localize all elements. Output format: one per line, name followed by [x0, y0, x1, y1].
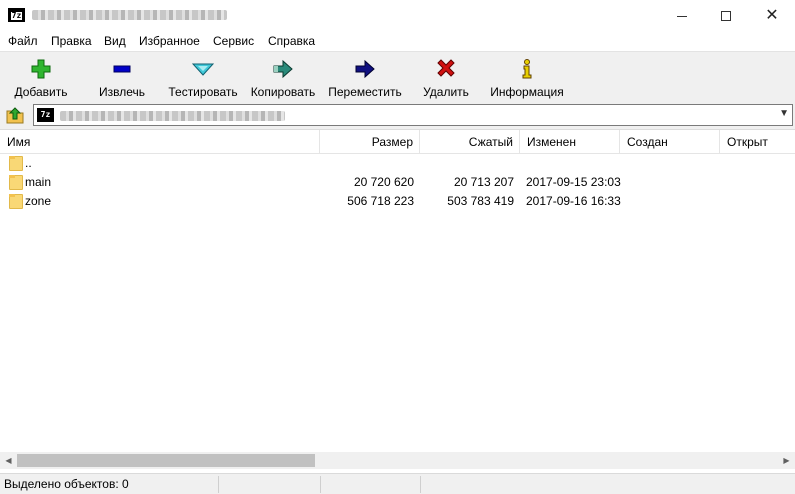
folder-icon	[9, 156, 23, 171]
app-7z-icon[interactable]: 7z	[8, 8, 25, 22]
maximize-button[interactable]	[703, 0, 749, 31]
move-label: Переместить	[328, 85, 402, 99]
address-path-blurred	[60, 108, 290, 121]
column-header-size[interactable]: Размер	[320, 130, 420, 154]
copy-arrow-icon	[272, 58, 294, 80]
minimize-button[interactable]	[659, 0, 705, 31]
archive-7z-icon: 7z	[37, 108, 54, 122]
scroll-thumb[interactable]	[17, 454, 315, 467]
address-bar: 7z ▼	[0, 101, 795, 129]
window-title-blurred	[32, 7, 232, 22]
row-name: ..	[25, 156, 32, 170]
toolbar: Добавить Извлечь Тестировать Копировать …	[0, 51, 795, 101]
row-modified: 2017-09-16 16:33	[526, 194, 621, 208]
file-list: Имя Размер Сжатый Изменен Создан Открыт …	[0, 129, 795, 452]
address-input[interactable]: 7z ▼	[33, 104, 793, 126]
delete-x-icon	[435, 58, 457, 80]
minimize-icon	[677, 15, 687, 17]
menu-tools[interactable]: Сервис	[213, 34, 254, 48]
column-header-modified[interactable]: Изменен	[520, 130, 620, 154]
copy-button[interactable]: Копировать	[248, 54, 318, 100]
row-modified: 2017-09-15 23:03	[526, 175, 621, 189]
menu-favorites[interactable]: Избранное	[139, 34, 200, 48]
status-divider	[320, 476, 321, 493]
folder-icon	[9, 175, 23, 190]
status-bar: Выделено объектов: 0	[0, 473, 795, 494]
row-name: zone	[25, 194, 52, 208]
move-button[interactable]: Переместить	[327, 54, 403, 100]
close-button[interactable]: ✕	[749, 0, 795, 31]
column-header-name[interactable]: Имя	[0, 130, 320, 154]
row-size: 506 718 223	[347, 194, 414, 208]
status-divider	[218, 476, 219, 493]
title-bar: 7z ✕	[0, 0, 795, 31]
row-packed: 503 783 419	[447, 194, 514, 208]
extract-button[interactable]: Извлечь	[92, 54, 152, 100]
delete-label: Удалить	[423, 85, 469, 99]
extract-label: Извлечь	[98, 85, 145, 99]
test-label: Тестировать	[168, 85, 238, 99]
scroll-left-icon[interactable]: ◀	[0, 452, 17, 469]
info-label: Информация	[490, 85, 564, 99]
up-folder-icon	[6, 107, 24, 124]
menu-file[interactable]: Файл	[8, 34, 38, 48]
menu-help[interactable]: Справка	[268, 34, 315, 48]
app-icon-text: 7z	[10, 11, 23, 20]
status-selected-count: Выделено объектов: 0	[4, 477, 129, 491]
row-size: 20 720 620	[353, 175, 414, 189]
copy-label: Копировать	[250, 85, 316, 99]
row-packed: 20 713 207	[453, 175, 514, 189]
table-row[interactable]: main 20 720 620 20 713 207 2017-09-15 23…	[0, 173, 795, 192]
folder-icon	[9, 194, 23, 209]
scroll-right-icon[interactable]: ▶	[778, 452, 795, 469]
table-row[interactable]: zone 506 718 223 503 783 419 2017-09-16 …	[0, 192, 795, 211]
menu-edit[interactable]: Правка	[51, 34, 92, 48]
minus-icon	[111, 58, 133, 80]
list-header: Имя Размер Сжатый Изменен Создан Открыт	[0, 130, 795, 154]
maximize-icon	[721, 11, 731, 22]
test-button[interactable]: Тестировать	[166, 54, 240, 100]
add-button[interactable]: Добавить	[8, 54, 74, 100]
menu-bar: Файл Правка Вид Избранное Сервис Справка	[0, 31, 795, 51]
close-icon: ✕	[765, 7, 779, 24]
plus-icon	[30, 58, 52, 80]
chevron-down-icon[interactable]: ▼	[779, 108, 789, 119]
info-button[interactable]: Информация	[488, 54, 566, 100]
info-icon	[516, 58, 538, 80]
check-icon	[191, 58, 215, 80]
move-arrow-icon	[354, 58, 376, 80]
column-header-accessed[interactable]: Открыт	[720, 130, 795, 154]
column-header-packed[interactable]: Сжатый	[420, 130, 520, 154]
horizontal-scrollbar[interactable]: ◀ ▶	[0, 452, 795, 469]
add-label: Добавить	[14, 85, 68, 99]
table-row[interactable]: ..	[0, 154, 795, 173]
up-folder-button[interactable]	[4, 105, 26, 125]
column-header-created[interactable]: Создан	[620, 130, 720, 154]
row-name: main	[25, 175, 52, 189]
status-divider	[420, 476, 421, 493]
delete-button[interactable]: Удалить	[418, 54, 474, 100]
menu-view[interactable]: Вид	[104, 34, 126, 48]
